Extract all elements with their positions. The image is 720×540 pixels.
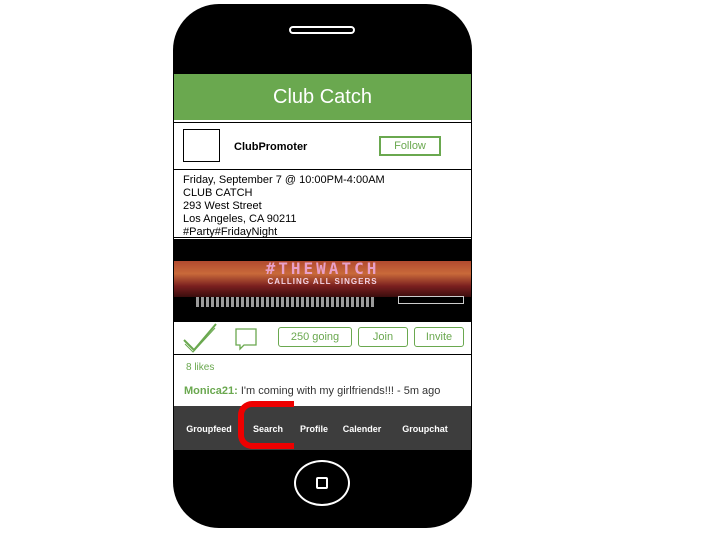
banner-fine-print xyxy=(196,297,376,307)
going-count-button[interactable]: 250 going xyxy=(278,327,352,347)
comment-entry: Monica21: I'm coming with my girlfriends… xyxy=(184,385,440,397)
home-square-icon xyxy=(316,477,328,489)
join-button[interactable]: Join xyxy=(358,327,408,347)
tab-calender[interactable]: Calender xyxy=(334,406,390,450)
event-details: Friday, September 7 @ 10:00PM-4:00AM CLU… xyxy=(174,170,471,238)
checkmark-icon[interactable] xyxy=(182,322,218,354)
post-actions: 250 going Join Invite xyxy=(174,321,471,355)
banner-headline: #THEWATCH xyxy=(265,259,380,278)
event-venue: CLUB CATCH xyxy=(183,187,253,199)
tab-groupfeed[interactable]: Groupfeed xyxy=(176,406,242,450)
speaker-icon xyxy=(289,26,355,34)
avatar[interactable] xyxy=(183,129,220,162)
comment-text: I'm coming with my girlfriends!!! - 5m a… xyxy=(237,385,441,397)
app-title-bar: Club Catch xyxy=(174,74,471,120)
follow-button[interactable]: Follow xyxy=(379,136,441,156)
event-street: 293 West Street xyxy=(183,200,262,212)
post-header: ClubPromoter Follow xyxy=(174,122,471,170)
app-screen: Club Catch ClubPromoter Follow Friday, S… xyxy=(174,74,471,450)
comment-user[interactable]: Monica21: xyxy=(184,385,238,397)
poster-name[interactable]: ClubPromoter xyxy=(234,141,307,153)
home-button[interactable] xyxy=(294,460,350,506)
event-hashtags: #Party#FridayNight xyxy=(183,226,278,238)
event-city: Los Angeles, CA 90211 xyxy=(183,213,297,225)
tab-groupchat[interactable]: Groupchat xyxy=(390,406,460,450)
event-date: Friday, September 7 @ 10:00PM-4:00AM xyxy=(183,174,385,186)
tab-search[interactable]: Search xyxy=(242,406,294,450)
banner-logo-box xyxy=(398,296,464,304)
phone-frame: Club Catch ClubPromoter Follow Friday, S… xyxy=(173,4,472,528)
app-title: Club Catch xyxy=(273,85,372,108)
event-banner-image[interactable]: #THEWATCH CALLING ALL SINGERS xyxy=(174,239,471,321)
comment-icon[interactable] xyxy=(234,327,258,351)
bottom-tab-bar: Groupfeed Search Profile Calender Groupc… xyxy=(174,406,471,450)
likes-count[interactable]: 8 likes xyxy=(186,362,214,373)
invite-button[interactable]: Invite xyxy=(414,327,464,347)
tab-profile[interactable]: Profile xyxy=(294,406,334,450)
banner-subline: CALLING ALL SINGERS xyxy=(267,277,378,286)
